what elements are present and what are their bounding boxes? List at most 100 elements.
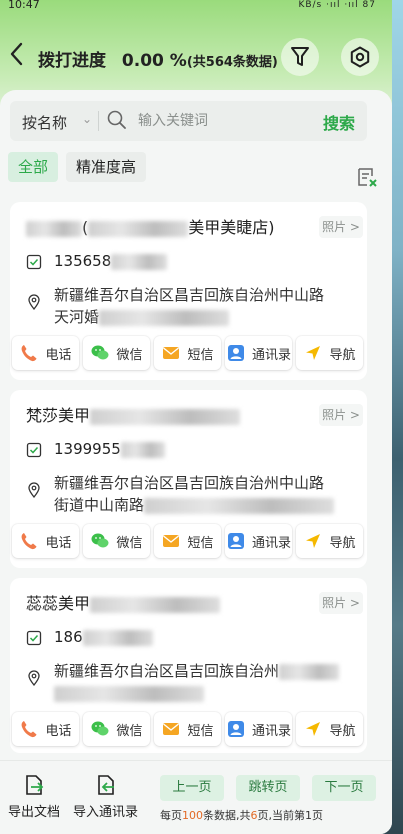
tab-all[interactable]: 全部 xyxy=(8,152,59,182)
call-button[interactable]: 电话 xyxy=(12,524,79,558)
call-button[interactable]: 电话 xyxy=(12,712,79,746)
redacted-text xyxy=(54,685,204,702)
per-page-count: 100 xyxy=(182,809,203,822)
export-document-button[interactable]: 导出文档 xyxy=(8,773,60,820)
shop-name-text: 梵莎美甲 xyxy=(26,406,91,425)
contacts-button[interactable]: 通讯录 xyxy=(225,712,292,746)
action-row: 电话 微信 短信 通讯录 导航 xyxy=(12,336,363,370)
sms-button[interactable]: 短信 xyxy=(154,712,221,746)
search-icon xyxy=(107,110,126,129)
sms-button[interactable]: 短信 xyxy=(154,524,221,558)
export-list-icon[interactable] xyxy=(356,166,378,188)
location-pin-icon xyxy=(28,670,40,686)
envelope-icon xyxy=(163,535,180,547)
photo-link[interactable]: 照片 > xyxy=(319,216,363,238)
location-pin-icon xyxy=(28,294,40,310)
contacts-label: 通讯录 xyxy=(251,723,291,739)
wechat-icon xyxy=(91,721,109,736)
redacted-text xyxy=(99,309,230,326)
redacted-text xyxy=(90,408,241,425)
navigate-label: 导航 xyxy=(329,347,356,363)
address: 新疆维吾尔自治区昌吉回族自治州中山路 街道中山南路 xyxy=(54,472,350,516)
page-info-mid: 条数据,共 xyxy=(203,809,251,822)
address-line-1: 新疆维吾尔自治区昌吉回族自治州 xyxy=(54,660,350,682)
wechat-label: 微信 xyxy=(116,535,143,551)
sms-label: 短信 xyxy=(187,347,214,363)
search-field-selector[interactable]: 按名称 xyxy=(22,112,67,133)
app-window: 10:47 KB/s ·ııl ·ııl 87 拨打进度 0.00 %(共564… xyxy=(0,0,392,834)
address-line-2: 街道中山南路 xyxy=(54,494,350,516)
shop-card[interactable]: 蕊蕊美甲 照片 > 186 新疆维吾尔自治区昌吉回族自治州 电话 微信 短信 通… xyxy=(10,578,367,753)
redacted-text xyxy=(279,663,340,680)
import-contacts-button[interactable]: 导入通讯录 xyxy=(73,773,138,820)
shop-name: 蕊蕊美甲 xyxy=(26,590,221,614)
wechat-button[interactable]: 微信 xyxy=(83,712,150,746)
redacted-text xyxy=(120,441,165,458)
search-input[interactable] xyxy=(138,109,308,133)
import-label: 导入通讯录 xyxy=(73,805,139,820)
navigate-button[interactable]: 导航 xyxy=(296,336,363,370)
shop-name-text: 美甲美睫店) xyxy=(188,218,275,237)
back-button[interactable] xyxy=(4,42,28,70)
sms-label: 短信 xyxy=(187,535,214,551)
page-info-suffix: 页,当前第1页 xyxy=(257,809,324,822)
address: 新疆维吾尔自治区昌吉回族自治州中山路 天河婚 xyxy=(54,284,350,328)
shop-card[interactable]: (美甲美睫店) 照片 > 135658 新疆维吾尔自治区昌吉回族自治州中山路 天… xyxy=(10,202,367,380)
phone-number-text: 135658 xyxy=(54,252,112,270)
location-pin-icon xyxy=(28,482,40,498)
redacted-text xyxy=(26,220,82,237)
address-line-1: 新疆维吾尔自治区昌吉回族自治州中山路 xyxy=(54,474,325,492)
address-line-2-text: 天河婚 xyxy=(54,308,100,326)
gear-icon xyxy=(350,46,370,68)
settings-button[interactable] xyxy=(341,38,379,76)
chevron-left-icon xyxy=(10,42,23,66)
envelope-icon xyxy=(163,723,180,735)
photo-link[interactable]: 照片 > xyxy=(319,404,363,426)
next-page-button[interactable]: 下一页 xyxy=(312,775,376,801)
filter-button[interactable] xyxy=(281,38,319,76)
export-icon xyxy=(26,775,44,795)
envelope-icon xyxy=(163,347,180,359)
shop-card[interactable]: 梵莎美甲 照片 > 1399955 新疆维吾尔自治区昌吉回族自治州中山路 街道中… xyxy=(10,390,367,568)
search-button[interactable]: 搜索 xyxy=(323,110,355,134)
title-text: 拨打进度 xyxy=(38,51,106,71)
navigate-button[interactable]: 导航 xyxy=(296,712,363,746)
contacts-button[interactable]: 通讯录 xyxy=(225,524,292,558)
contacts-button[interactable]: 通讯录 xyxy=(225,336,292,370)
contacts-icon xyxy=(227,345,244,361)
photo-link[interactable]: 照片 > xyxy=(319,592,363,614)
wechat-button[interactable]: 微信 xyxy=(83,336,150,370)
address-line-1: 新疆维吾尔自治区昌吉回族自治州中山路 xyxy=(54,286,325,304)
wechat-label: 微信 xyxy=(116,723,143,739)
export-label: 导出文档 xyxy=(8,805,61,820)
page-title: 拨打进度 0.00 %(共564条数据) xyxy=(38,46,278,71)
contacts-icon xyxy=(227,721,244,737)
wechat-button[interactable]: 微信 xyxy=(83,524,150,558)
content-panel: 按名称 ⌄ 搜索 全部 精准度高 (美甲美睫店) 照片 > 135658 新疆维 xyxy=(0,90,392,760)
address: 新疆维吾尔自治区昌吉回族自治州 xyxy=(54,660,350,704)
chevron-down-icon[interactable]: ⌄ xyxy=(82,112,92,126)
page-info: 每页100条数据,共6页,当前第1页 xyxy=(160,807,323,823)
call-button[interactable]: 电话 xyxy=(12,336,79,370)
phone-number: 186 xyxy=(54,628,153,646)
call-label: 电话 xyxy=(45,347,72,363)
shop-name-text: 蕊蕊美甲 xyxy=(26,594,91,613)
jump-page-button[interactable]: 跳转页 xyxy=(236,775,300,801)
navigation-arrow-icon xyxy=(306,722,321,736)
search-bar: 按名称 ⌄ 搜索 xyxy=(10,101,367,141)
filter-icon xyxy=(291,47,309,66)
redacted-text xyxy=(82,629,153,646)
wechat-icon xyxy=(91,345,109,360)
page-info-prefix: 每页 xyxy=(160,809,182,822)
prev-page-button[interactable]: 上一页 xyxy=(160,775,224,801)
phone-check-icon xyxy=(26,630,42,646)
wechat-label: 微信 xyxy=(116,347,143,363)
address-line-1-text: 新疆维吾尔自治区昌吉回族自治州 xyxy=(54,662,280,680)
tab-high-precision[interactable]: 精准度高 xyxy=(66,152,147,182)
status-time: 10:47 xyxy=(8,0,40,11)
redacted-text xyxy=(111,253,168,270)
sms-button[interactable]: 短信 xyxy=(154,336,221,370)
divider xyxy=(98,111,99,131)
navigate-button[interactable]: 导航 xyxy=(296,524,363,558)
phone-icon xyxy=(22,533,37,550)
